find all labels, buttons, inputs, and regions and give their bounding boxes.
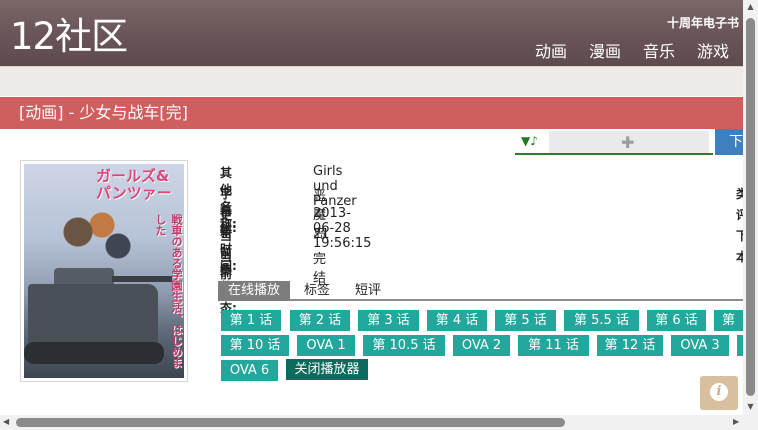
- episode-button[interactable]: OVA 3: [671, 335, 729, 356]
- cover-title: ガールズ&パンツァー: [96, 167, 172, 202]
- tab-short-reviews[interactable]: 短评: [355, 281, 381, 301]
- episode-button[interactable]: 第 10.5 话: [363, 335, 445, 356]
- vertical-scrollbar[interactable]: ▲ ▼: [743, 0, 758, 415]
- cover-characters: [54, 204, 134, 274]
- detail-tabs: 在线播放 标签 短评: [218, 281, 743, 301]
- right-info-column: 类 评 下 本: [736, 184, 743, 268]
- scroll-down-icon[interactable]: ▼: [746, 402, 755, 411]
- site-header: 12社区 十周年电子书 动画 漫画 音乐 游戏: [0, 0, 743, 66]
- nav-games[interactable]: 游戏: [697, 38, 729, 62]
- episode-button[interactable]: OVA 6: [221, 360, 278, 381]
- episode-button[interactable]: 第 3 话: [358, 310, 419, 331]
- right-info-label: 类: [736, 187, 743, 201]
- episode-button[interactable]: 第 7: [714, 310, 743, 349]
- scrollbar-corner: [743, 415, 758, 430]
- page-viewport: 12社区 十周年电子书 动画 漫画 音乐 游戏 [动画] - 少女与战车[完] …: [0, 0, 743, 415]
- vertical-scroll-thumb[interactable]: [746, 18, 755, 396]
- info-button[interactable]: i: [700, 376, 738, 410]
- main-nav: 动画 漫画 音乐 游戏: [535, 38, 729, 62]
- horizontal-scrollbar[interactable]: ◀ ▶: [0, 415, 743, 430]
- info-icon: i: [710, 383, 728, 401]
- right-info-label: 本: [736, 250, 743, 264]
- scroll-left-icon[interactable]: ◀: [3, 417, 9, 426]
- sub-bar: [0, 66, 743, 96]
- download-button[interactable]: 下: [715, 129, 743, 155]
- cover-image: ガールズ&パンツァー 戦車のある学園生活、はじめました: [20, 160, 188, 382]
- episode-button[interactable]: 第 6 话: [647, 310, 706, 331]
- cover-tank-track: [24, 342, 164, 364]
- right-info-label: 评: [736, 208, 743, 222]
- episode-button[interactable]: 第 12 话: [597, 335, 663, 356]
- nav-anime[interactable]: 动画: [535, 38, 567, 62]
- nav-manga[interactable]: 漫画: [589, 38, 621, 62]
- cover-subtitle: 戦車のある学園生活、はじめました: [154, 214, 183, 368]
- close-player-button[interactable]: 关闭播放器: [286, 359, 368, 380]
- player-control-strip: ▼♪ ✚: [515, 131, 713, 155]
- info-value: 21: [313, 227, 330, 242]
- episode-button[interactable]: OVA 1: [297, 335, 355, 356]
- episode-button[interactable]: 第 1 话: [221, 310, 281, 331]
- tab-tags[interactable]: 标签: [304, 281, 330, 301]
- site-logo[interactable]: 12社区: [10, 14, 128, 60]
- scroll-right-icon[interactable]: ▶: [733, 417, 739, 426]
- episode-button[interactable]: 第 11 话: [518, 335, 589, 356]
- cover-artwork: ガールズ&パンツァー 戦車のある学園生活、はじめました: [24, 164, 184, 378]
- page-title: [动画] - 少女与战车[完]: [0, 97, 743, 129]
- episode-button[interactable]: 第 5 话: [495, 310, 556, 331]
- horizontal-scroll-thumb[interactable]: [16, 418, 565, 427]
- episode-button[interactable]: 第 2 话: [290, 310, 350, 331]
- music-note-icon[interactable]: ▼♪: [521, 134, 538, 148]
- tab-online-play[interactable]: 在线播放: [218, 281, 291, 301]
- anniversary-ebook-link[interactable]: 十周年电子书: [667, 14, 739, 31]
- scroll-up-icon[interactable]: ▲: [746, 2, 755, 11]
- right-info-label: 下: [736, 229, 743, 243]
- puzzle-piece-icon: ✚: [621, 133, 635, 152]
- episode-button[interactable]: 第 4 话: [427, 310, 487, 331]
- episode-button[interactable]: 第 10 话: [221, 335, 289, 356]
- episode-button[interactable]: 第 5.5 话: [564, 310, 639, 331]
- plugin-placeholder[interactable]: ✚: [549, 131, 709, 153]
- episode-button[interactable]: OVA 2: [453, 335, 510, 356]
- nav-music[interactable]: 音乐: [643, 38, 675, 62]
